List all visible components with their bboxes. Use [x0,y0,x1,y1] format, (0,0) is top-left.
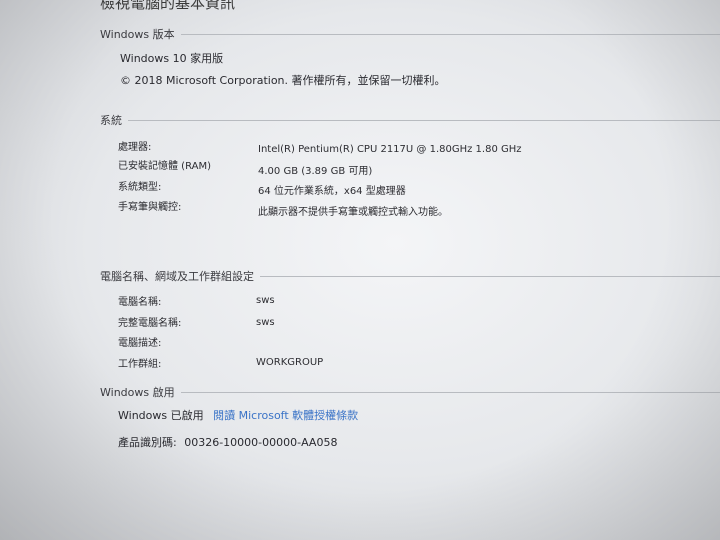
computer-name-heading: 電腦名稱、網域及工作群組設定 [100,270,254,283]
computer-name-label: 電腦名稱: [118,297,162,308]
workgroup-value: WORKGROUP [256,357,324,368]
computer-description-label: 電腦描述: [118,338,162,349]
product-id-row: 產品識別碼: 00326-10000-00000-AA058 [118,434,337,450]
windows-edition-heading: Windows 版本 [100,28,175,41]
activation-status: Windows 已啟用 [118,409,204,422]
section-divider [128,119,720,121]
copyright-text: © 2018 Microsoft Corporation. 著作權所有，並保留一… [120,74,446,87]
computer-name-value: sws [256,295,275,306]
system-type-label: 系統類型: [118,182,162,193]
product-id-value: 00326-10000-00000-AA058 [184,436,338,449]
processor-label: 處理器: [118,142,152,153]
full-computer-name-value: sws [256,317,275,328]
pen-touch-value: 此顯示器不提供手寫筆或觸控式輸入功能。 [258,207,448,218]
page-title: 檢視電腦的基本資訊 [100,0,236,12]
ram-value: 4.00 GB (3.89 GB 可用) [258,166,373,177]
section-divider [180,391,720,393]
pen-touch-label: 手寫筆與觸控: [118,202,182,213]
section-divider [180,33,720,35]
license-terms-link[interactable]: 閱讀 Microsoft 軟體授權條款 [213,409,358,422]
workgroup-label: 工作群組: [118,359,162,370]
system-heading: 系統 [100,114,122,127]
product-id-label: 產品識別碼: [118,436,177,449]
ram-label: 已安裝記憶體 (RAM) [118,161,211,172]
windows-edition-name: Windows 10 家用版 [120,52,224,65]
section-windows-edition: Windows 版本 [100,26,720,42]
section-computer-name: 電腦名稱、網域及工作群組設定 [100,268,720,284]
full-computer-name-label: 完整電腦名稱: [118,318,182,329]
processor-value: Intel(R) Pentium(R) CPU 2117U @ 1.80GHz … [258,144,522,155]
section-activation: Windows 啟用 [100,384,720,400]
system-type-value: 64 位元作業系統，x64 型處理器 [258,186,406,197]
activation-row: Windows 已啟用 閱讀 Microsoft 軟體授權條款 [118,407,358,423]
section-system: 系統 [100,112,720,128]
section-divider [260,275,720,277]
activation-heading: Windows 啟用 [100,386,175,399]
